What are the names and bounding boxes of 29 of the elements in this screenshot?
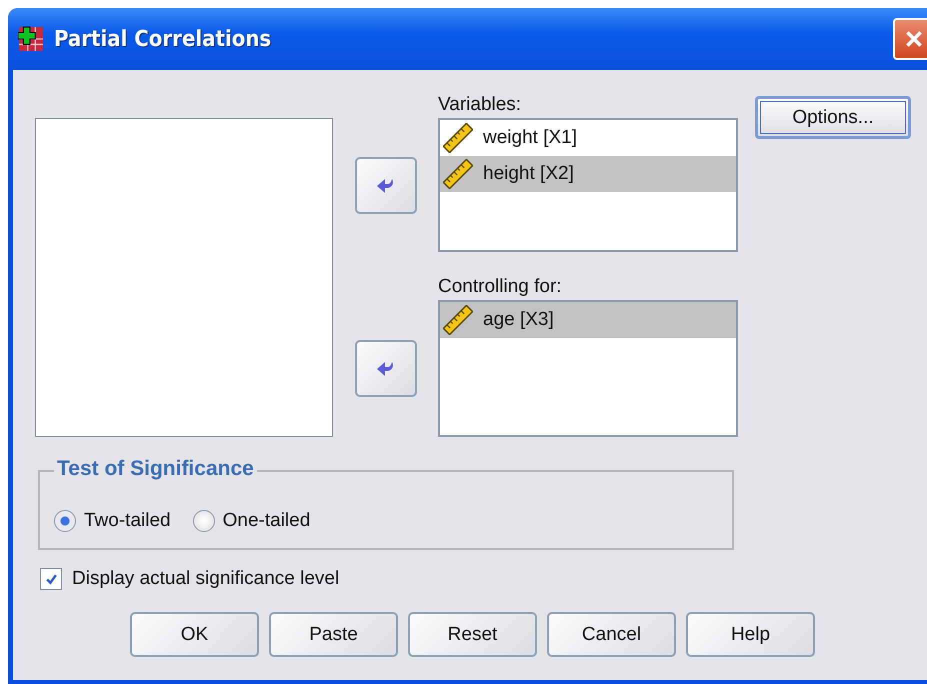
app-icon — [18, 26, 44, 52]
variable-item[interactable]: weight [X1] — [440, 120, 736, 156]
window-title: Partial Correlations — [54, 26, 272, 52]
checkbox[interactable] — [40, 568, 62, 590]
checkbox-option[interactable]: Display actual significance level — [40, 568, 927, 590]
dialog-button[interactable]: Cancel — [547, 612, 676, 657]
variable-item[interactable]: age [X3] — [440, 302, 736, 338]
group-title: Test of Significance — [54, 457, 257, 481]
dialog-button[interactable]: Reset — [408, 612, 537, 657]
move-variables-button[interactable] — [354, 157, 416, 214]
radio-button[interactable] — [192, 510, 215, 532]
ruler-icon — [443, 159, 473, 189]
options-button[interactable]: Options... — [755, 96, 911, 139]
list-label: Variables: — [438, 95, 522, 117]
dialog-button[interactable]: Paste — [269, 612, 398, 657]
check-icon — [44, 572, 58, 586]
ruler-icon — [443, 305, 473, 335]
dialog-button[interactable]: Help — [686, 612, 815, 657]
variable-list[interactable]: age [X3] — [438, 300, 738, 437]
list-label: Controlling for: — [438, 277, 563, 299]
close-button[interactable] — [893, 18, 927, 60]
radio-button[interactable] — [54, 510, 76, 532]
radio-option[interactable]: One-tailed — [192, 510, 310, 532]
dialog-button[interactable]: OK — [130, 612, 259, 657]
radio-option[interactable]: Two-tailed — [54, 510, 171, 532]
variable-list[interactable]: weight [X1] height [X2] — [438, 118, 738, 252]
ruler-icon — [443, 123, 473, 153]
move-controlling-button[interactable] — [354, 340, 416, 397]
variable-item[interactable]: height [X2] — [440, 156, 736, 192]
